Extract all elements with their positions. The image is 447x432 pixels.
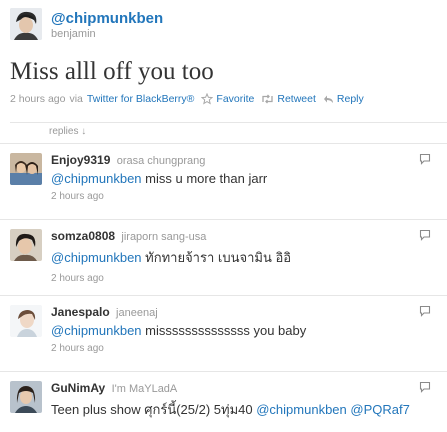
reply-arrow-icon [323, 95, 333, 103]
reply-avatar[interactable] [10, 153, 42, 185]
reply-real-name: jiraporn sang-usa [121, 231, 207, 243]
reply-bubble-icon[interactable] [419, 305, 431, 317]
retweet-icon [262, 94, 274, 104]
reply-timestamp[interactable]: 2 hours ago [51, 273, 417, 284]
reply-text: @chipmunkben missssssssssssss you baby [51, 323, 417, 338]
mention-link[interactable]: @chipmunkben [51, 171, 142, 186]
reply-bubble-icon[interactable] [419, 229, 431, 241]
reply-item: Enjoy9319 orasa chungprang @chipmunkben … [0, 144, 447, 220]
reply-item: somza0808 jiraporn sang-usa @chipmunkben… [0, 220, 447, 296]
reply-bubble-icon[interactable] [419, 381, 431, 393]
reply-avatar[interactable] [10, 305, 42, 337]
reply-avatar[interactable] [10, 229, 42, 261]
retweet-button[interactable]: Retweet [261, 93, 316, 105]
via-app-link[interactable]: Twitter for BlackBerry® [87, 93, 195, 105]
reply-avatar[interactable] [10, 381, 42, 413]
tweet-author: @chipmunkben benjamin [10, 8, 163, 44]
divider [10, 122, 447, 123]
reply-bubble-icon[interactable] [419, 153, 431, 165]
reply-button[interactable]: Reply [323, 93, 364, 105]
via-label: via [69, 93, 83, 105]
reply-real-name: orasa chungprang [116, 155, 206, 167]
reply-text: Teen plus show ศุกร์นี้(25/2) 5ทุ่ม40 @c… [51, 399, 417, 420]
reply-real-name: janeenaj [116, 307, 158, 319]
reply-text-content: missssssssssssss you baby [141, 323, 307, 338]
reply-text-content: miss u more than jarr [141, 171, 268, 186]
reply-text-content: ทักทายจ้ารา เบนจามิน อิอิ [141, 250, 292, 265]
tweet-text: Miss alll off you too [10, 58, 214, 85]
reply-username[interactable]: Janespalo [51, 305, 110, 319]
author-avatar[interactable] [10, 8, 42, 40]
mention-link[interactable]: @chipmunkben [51, 323, 142, 338]
reply-label: Reply [336, 93, 364, 105]
replies-label[interactable]: replies ↓ [45, 126, 91, 137]
mention-link[interactable]: @chipmunkben [256, 402, 347, 417]
favorite-label: Favorite [216, 93, 255, 105]
favorite-button[interactable]: Favorite [201, 93, 254, 105]
reply-username[interactable]: Enjoy9319 [51, 153, 110, 167]
reply-text: @chipmunkben miss u more than jarr [51, 171, 417, 186]
reply-real-name: I'm MaYLadA [111, 383, 178, 395]
reply-username[interactable]: GuNimAy [51, 381, 105, 395]
reply-text: @chipmunkben ทักทายจ้ารา เบนจามิน อิอิ [51, 247, 417, 268]
retweet-label: Retweet [277, 93, 316, 105]
reply-username[interactable]: somza0808 [51, 229, 115, 243]
author-screen-name[interactable]: @chipmunkben [51, 11, 163, 26]
author-real-name: benjamin [51, 28, 96, 40]
reply-text-content: Teen plus show ศุกร์นี้(25/2) 5ทุ่ม40 [51, 402, 257, 417]
mention-link[interactable]: @PQRaf7 [350, 402, 409, 417]
reply-item: GuNimAy I'm MaYLadA Teen plus show ศุกร์… [0, 372, 447, 432]
tweet-meta: 2 hours ago via Twitter for BlackBerry® … [10, 93, 364, 105]
reply-timestamp[interactable]: 2 hours ago [51, 191, 417, 202]
reply-item: Janespalo janeenaj @chipmunkben missssss… [0, 296, 447, 372]
star-icon [201, 93, 214, 105]
mention-link[interactable]: @chipmunkben [51, 250, 142, 265]
reply-timestamp[interactable]: 2 hours ago [51, 343, 417, 354]
tweet-timestamp[interactable]: 2 hours ago [10, 93, 65, 105]
